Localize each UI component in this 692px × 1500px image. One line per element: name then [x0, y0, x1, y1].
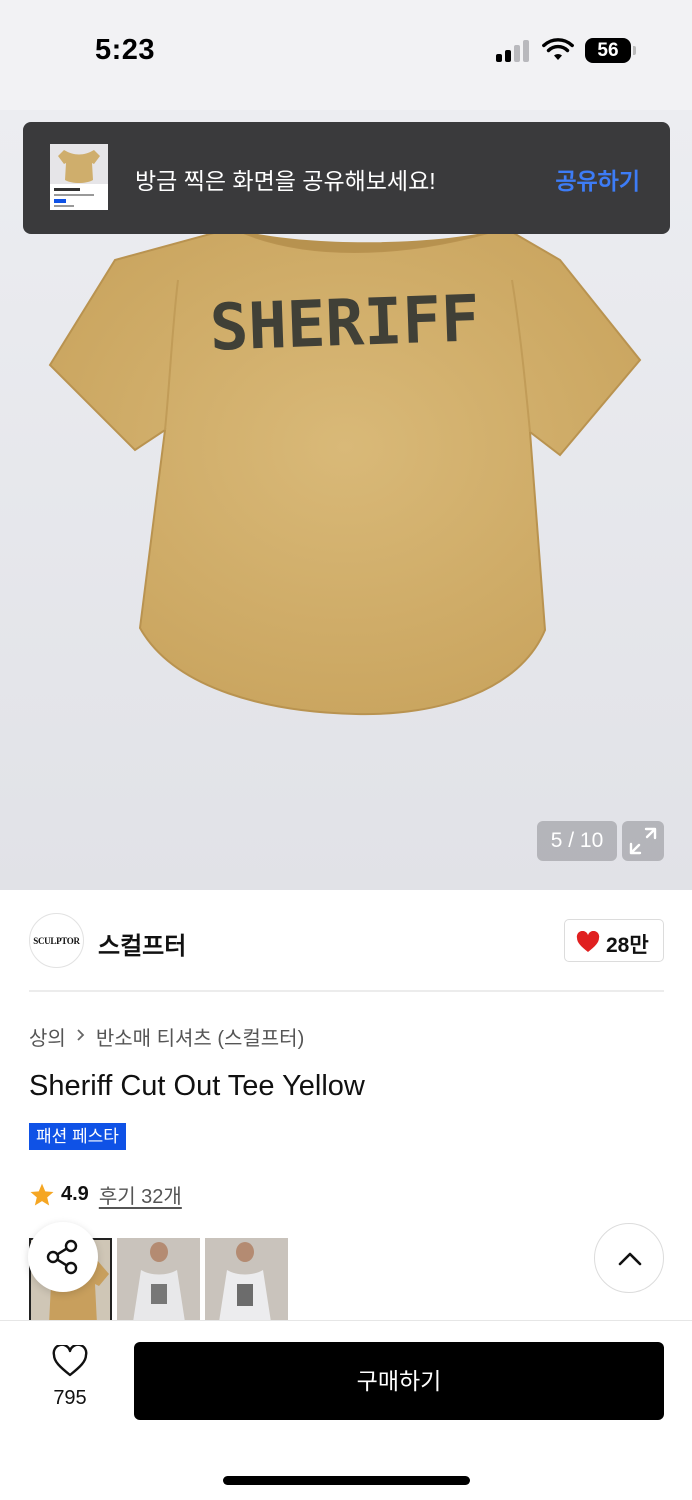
status-time: 5:23 [95, 34, 156, 66]
cellular-signal-icon [496, 40, 532, 62]
chevron-up-icon [618, 1252, 642, 1266]
breadcrumb-subcategory[interactable]: 반소매 티셔츠 (스컬프터) [96, 1022, 304, 1051]
star-icon [30, 1183, 54, 1206]
status-bar: 5:23 56 [0, 0, 692, 110]
toast-share-button[interactable]: 공유하기 [555, 162, 640, 196]
reviews-link[interactable]: 후기 32개 [99, 1180, 182, 1209]
chevron-right-icon [76, 1026, 86, 1048]
thumbnail-3[interactable] [205, 1238, 288, 1320]
image-pager: 5 / 10 [537, 821, 617, 861]
home-indicator[interactable] [223, 1476, 470, 1485]
breadcrumb: 상의 반소매 티셔츠 (스컬프터) [29, 1022, 304, 1051]
event-badge: 패션 페스타 [29, 1123, 126, 1150]
wishlist-count: 795 [53, 1387, 87, 1409]
brand-logo[interactable]: SCULPTOR [29, 913, 84, 968]
heart-outline-icon [52, 1345, 88, 1377]
breadcrumb-category[interactable]: 상의 [29, 1022, 66, 1051]
share-button[interactable] [28, 1222, 98, 1292]
brand-like-button[interactable]: 28만 [564, 919, 664, 962]
heart-icon [576, 931, 600, 952]
share-icon [46, 1239, 78, 1275]
toast-message: 방금 찍은 화면을 공유해보세요! [135, 168, 436, 194]
divider [29, 990, 664, 992]
battery-indicator: 56 [585, 38, 636, 63]
wifi-icon [542, 38, 574, 60]
brand-name[interactable]: 스컬프터 [98, 926, 186, 961]
rating-score: 4.9 [61, 1183, 89, 1205]
buy-button[interactable]: 구매하기 [134, 1342, 664, 1420]
brand-row[interactable]: SCULPTOR 스컬프터 28만 [0, 890, 692, 990]
scroll-top-button[interactable] [594, 1223, 664, 1293]
wishlist-button[interactable]: 795 [40, 1345, 100, 1415]
thumbnail-2[interactable] [117, 1238, 200, 1320]
expand-icon[interactable] [622, 821, 664, 861]
screenshot-thumbnail[interactable] [50, 144, 108, 210]
brand-like-count: 28만 [606, 934, 649, 957]
shirt-print-text: SHERIFF [209, 282, 481, 365]
screenshot-share-toast: 방금 찍은 화면을 공유해보세요! 공유하기 [23, 122, 670, 234]
bottom-purchase-bar: 795 구매하기 [0, 1320, 692, 1500]
product-title: Sheriff Cut Out Tee Yellow [29, 1070, 365, 1102]
rating-row: 4.9 후기 32개 [29, 1180, 182, 1209]
